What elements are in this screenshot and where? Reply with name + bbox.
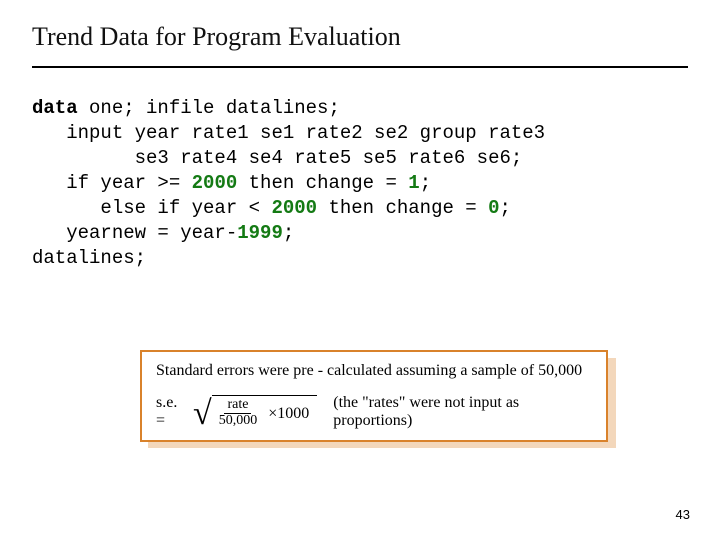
code-l2: input year rate1 se1 rate2 se2 group rat…	[32, 122, 545, 144]
code-block: data one; infile datalines; input year r…	[32, 96, 688, 272]
num-0: 0	[488, 197, 499, 219]
code-l4c: ;	[420, 172, 431, 194]
title-rule	[32, 66, 688, 68]
code-l4a: if year >=	[32, 172, 192, 194]
page-number: 43	[676, 507, 690, 522]
note-box: Standard errors were pre - calculated as…	[140, 350, 608, 442]
fraction-numerator: rate	[224, 398, 251, 414]
num-2000b: 2000	[271, 197, 317, 219]
sqrt-wrap: √ rate 50,000 ×1000	[193, 395, 317, 429]
code-l5c: ;	[500, 197, 511, 219]
se-label: s.e. =	[156, 394, 189, 430]
code-l7: datalines;	[32, 247, 146, 269]
radical-icon: √	[193, 397, 212, 431]
note-container: Standard errors were pre - calculated as…	[140, 350, 608, 442]
code-l6b: ;	[283, 222, 294, 244]
multiply-1000: ×1000	[268, 405, 309, 423]
formula-row: s.e. = √ rate 50,000 ×1000 (the "rates" …	[156, 394, 592, 430]
radicand: rate 50,000 ×1000	[212, 395, 318, 429]
code-l5b: then change =	[317, 197, 488, 219]
num-2000a: 2000	[192, 172, 238, 194]
code-l5a: else if year <	[32, 197, 271, 219]
fraction-denominator: 50,000	[216, 414, 261, 429]
note-top-text: Standard errors were pre - calculated as…	[156, 362, 592, 380]
fraction: rate 50,000	[216, 398, 261, 428]
slide-title: Trend Data for Program Evaluation	[32, 22, 688, 52]
code-l1: one; infile datalines;	[78, 97, 340, 119]
num-1: 1	[408, 172, 419, 194]
num-1999: 1999	[237, 222, 283, 244]
code-l4b: then change =	[237, 172, 408, 194]
code-l3: se3 rate4 se4 rate5 se5 rate6 se6;	[32, 147, 522, 169]
kw-data: data	[32, 97, 78, 119]
note-paren: (the "rates" were not input as proportio…	[333, 394, 592, 430]
code-l6a: yearnew = year-	[32, 222, 237, 244]
